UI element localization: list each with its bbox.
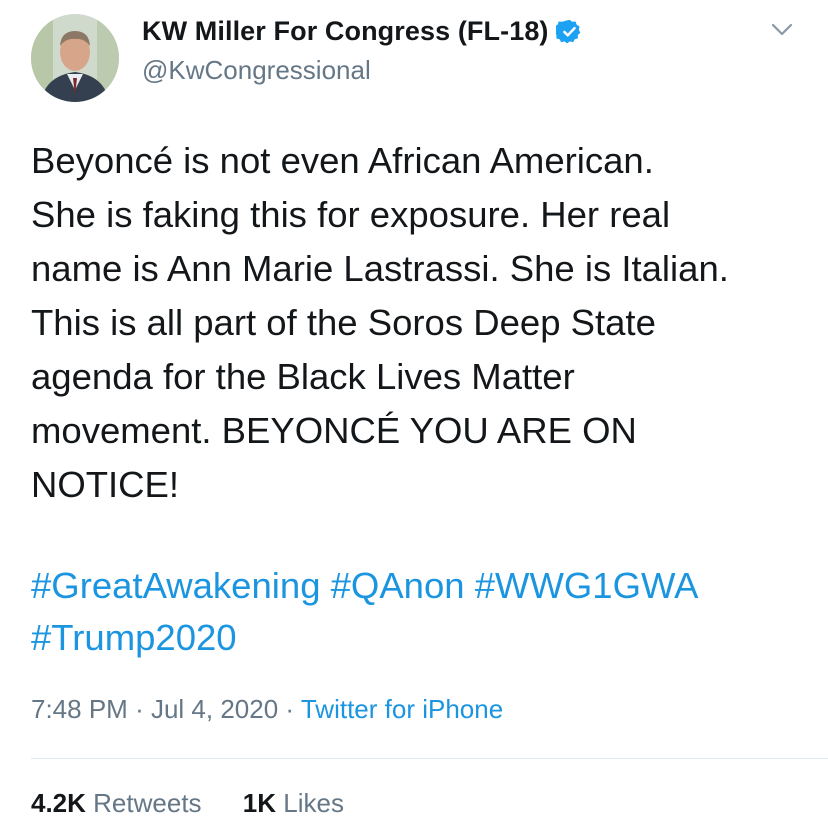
verified-badge-icon xyxy=(553,18,583,45)
divider xyxy=(31,758,828,759)
tweet-time[interactable]: 7:48 PM xyxy=(31,694,128,724)
tweet-text: Beyoncé is not even African American. Sh… xyxy=(31,134,811,512)
meta-separator: · xyxy=(135,694,144,724)
retweets-stat[interactable]: 4.2K Retweets xyxy=(31,788,202,818)
retweets-count: 4.2K xyxy=(31,788,86,818)
likes-count: 1K xyxy=(242,788,277,818)
display-name[interactable]: KW Miller For Congress (FL-18) xyxy=(142,16,549,47)
chevron-down-icon[interactable] xyxy=(770,22,794,38)
hashtag-links-line[interactable]: #Trump2020 xyxy=(31,617,237,658)
likes-label: Likes xyxy=(283,788,344,818)
likes-stat[interactable]: 1K Likes xyxy=(243,788,344,818)
tweet-text-line: NOTICE! xyxy=(31,464,180,505)
tweet-text-line: movement. BEYONCÉ YOU ARE ON xyxy=(31,410,637,451)
tweet-text-line: She is faking this for exposure. Her rea… xyxy=(31,194,671,235)
user-name-row[interactable]: KW Miller For Congress (FL-18) xyxy=(142,16,583,47)
meta-separator: · xyxy=(285,694,295,724)
avatar[interactable] xyxy=(31,14,119,102)
retweets-label: Retweets xyxy=(93,788,202,818)
hashtags: #GreatAwakening #QAnon #WWG1GWA #Trump20… xyxy=(31,560,811,664)
tweet-text-line: name is Ann Marie Lastrassi. She is Ital… xyxy=(31,248,729,289)
user-handle[interactable]: @KwCongressional xyxy=(142,55,371,86)
tweet-date[interactable]: Jul 4, 2020 xyxy=(151,694,278,724)
tweet-text-line: This is all part of the Soros Deep State xyxy=(31,302,656,343)
tweet-source-link[interactable]: Twitter for iPhone xyxy=(301,694,503,724)
tweet-stats: 4.2K Retweets 1K Likes xyxy=(31,788,378,819)
hashtag-links-line[interactable]: #GreatAwakening #QAnon #WWG1GWA xyxy=(31,565,698,606)
tweet-text-line: Beyoncé is not even African American. xyxy=(31,140,654,181)
tweet-text-line: agenda for the Black Lives Matter xyxy=(31,356,575,397)
tweet-meta: 7:48 PM · Jul 4, 2020 · Twitter for iPho… xyxy=(31,694,503,725)
